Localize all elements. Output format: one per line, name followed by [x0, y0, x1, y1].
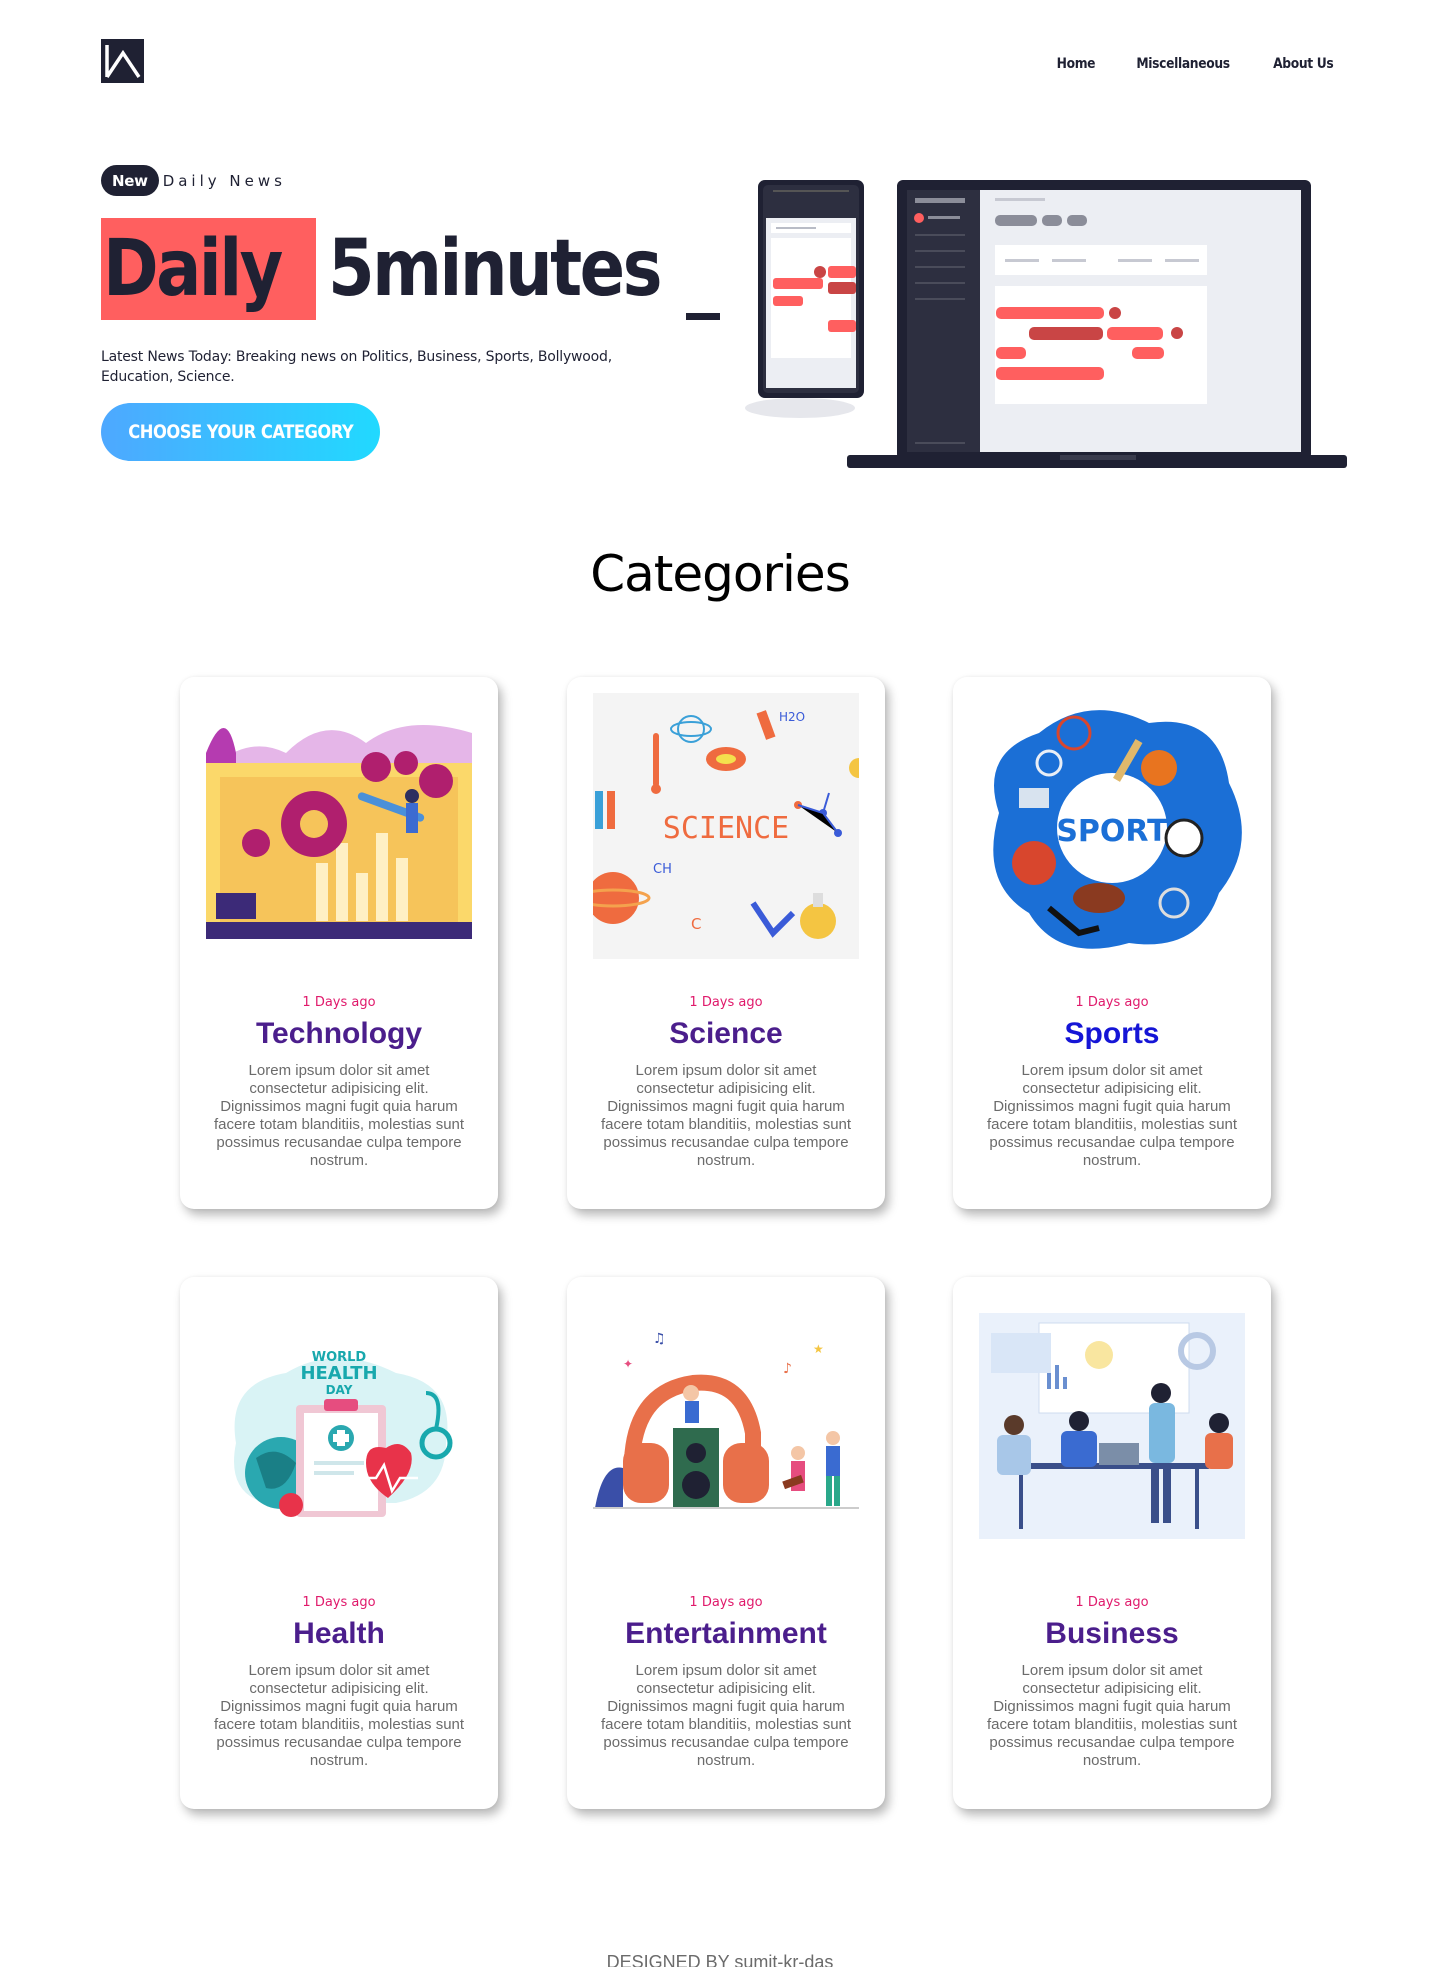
card-description: Lorem ipsum dolor sit amet consectetur a…	[600, 1662, 852, 1769]
card-title[interactable]: Business	[953, 1617, 1271, 1651]
title-main-word: 5minutes	[327, 224, 663, 314]
category-card-technology[interactable]: 1 Days ago Technology Lorem ipsum dolor …	[180, 677, 498, 1209]
card-description: Lorem ipsum dolor sit amet consectetur a…	[986, 1662, 1238, 1769]
svg-text:★: ★	[813, 1342, 824, 1356]
card-date: 1 Days ago	[689, 1595, 763, 1610]
health-image: WORLD HEALTH DAY	[206, 1293, 472, 1559]
category-card-business[interactable]: 1 Days ago Business Lorem ipsum dolor si…	[953, 1277, 1271, 1809]
category-card-health[interactable]: WORLD HEALTH DAY 1 Days ago Health Lorem…	[180, 1277, 498, 1809]
nav-about-us-link[interactable]: About Us	[1274, 56, 1335, 72]
card-description: Lorem ipsum dolor sit amet consectetur a…	[213, 1662, 465, 1769]
hero-title: Daily 5minutes	[101, 218, 720, 320]
hero-description: Latest News Today: Breaking news on Poli…	[101, 349, 612, 385]
card-description: Lorem ipsum dolor sit amet consectetur a…	[600, 1062, 852, 1169]
devices-image	[745, 180, 1347, 468]
card-title[interactable]: Health	[180, 1617, 498, 1651]
svg-text:♪: ♪	[783, 1361, 792, 1377]
svg-text:SCIENCE: SCIENCE	[663, 811, 789, 846]
card-date: 1 Days ago	[302, 995, 376, 1010]
logo-icon	[101, 39, 144, 83]
entertainment-image: ♫ ♪ ✦ ★	[593, 1293, 859, 1559]
card-title[interactable]: Entertainment	[567, 1617, 885, 1651]
card-description: Lorem ipsum dolor sit amet consectetur a…	[986, 1062, 1238, 1169]
main-nav: Home Miscellaneous About Us	[1054, 56, 1338, 72]
title-cursor	[685, 313, 720, 320]
business-image	[979, 1293, 1245, 1559]
category-card-science[interactable]: SCIENCE H2O CH C 1 Days ago Science Lore…	[567, 677, 885, 1209]
sports-image: SPORT	[979, 693, 1245, 959]
card-date: 1 Days ago	[1075, 995, 1149, 1010]
choose-category-button[interactable]: CHOOSE YOUR CATEGORY	[101, 403, 380, 461]
card-date: 1 Days ago	[1075, 1595, 1149, 1610]
svg-text:DAY: DAY	[326, 1383, 353, 1397]
card-title[interactable]: Technology	[180, 1017, 498, 1051]
hero-tagline: New Daily News	[101, 165, 701, 196]
title-highlight-word: Daily	[103, 224, 283, 314]
choose-category-label: CHOOSE YOUR CATEGORY	[128, 421, 353, 443]
hero-devices-illustration	[740, 170, 1360, 490]
science-image: SCIENCE H2O CH C	[575, 693, 869, 959]
card-date: 1 Days ago	[689, 995, 763, 1010]
hero-section: New Daily News Daily 5minutes Latest New…	[101, 165, 720, 461]
svg-text:CH: CH	[653, 862, 672, 877]
category-card-sports[interactable]: SPORT 1 Days ago Sports Lorem ipsum dolo…	[953, 677, 1271, 1209]
svg-text:SPORT: SPORT	[1056, 814, 1168, 849]
new-badge: New	[101, 165, 159, 196]
logo[interactable]	[101, 39, 144, 83]
category-card-entertainment[interactable]: ♫ ♪ ✦ ★ 1 Days ago Entertainment Lorem i…	[567, 1277, 885, 1809]
footer-credit: DESIGNED BY sumit-kr-das	[606, 1952, 834, 1967]
svg-text:H2O: H2O	[779, 710, 805, 724]
svg-text:✦: ✦	[623, 1357, 633, 1371]
technology-image	[206, 693, 472, 959]
svg-text:HEALTH: HEALTH	[300, 1363, 377, 1384]
nav-home-link[interactable]: Home	[1056, 56, 1095, 72]
nav-miscellaneous-link[interactable]: Miscellaneous	[1137, 56, 1231, 72]
card-title[interactable]: Science	[567, 1017, 885, 1051]
tagline-text: Daily News	[162, 171, 286, 190]
title-highlight-box: Daily	[101, 218, 316, 320]
card-title[interactable]: Sports	[953, 1017, 1271, 1051]
svg-text:C: C	[691, 915, 701, 933]
card-description: Lorem ipsum dolor sit amet consectetur a…	[213, 1062, 465, 1169]
svg-text:♫: ♫	[653, 1331, 666, 1347]
categories-title: Categories	[590, 545, 851, 603]
card-date: 1 Days ago	[302, 1595, 376, 1610]
